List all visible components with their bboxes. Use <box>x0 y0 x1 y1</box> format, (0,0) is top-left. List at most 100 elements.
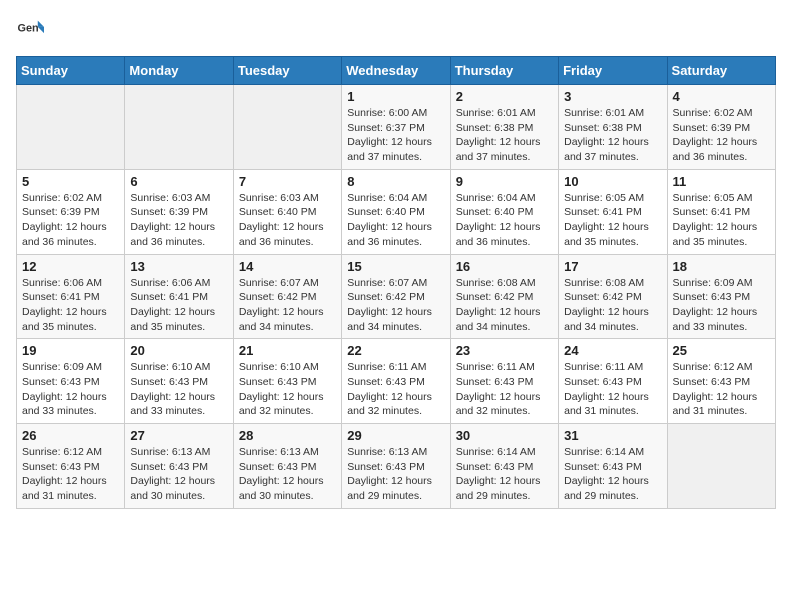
day-number: 10 <box>564 174 661 189</box>
day-number: 28 <box>239 428 336 443</box>
day-detail: Sunrise: 6:11 AMSunset: 6:43 PMDaylight:… <box>564 360 661 419</box>
calendar-cell: 27 Sunrise: 6:13 AMSunset: 6:43 PMDayligh… <box>125 424 233 509</box>
day-detail: Sunrise: 6:07 AMSunset: 6:42 PMDaylight:… <box>347 276 444 335</box>
calendar-week-4: 19 Sunrise: 6:09 AMSunset: 6:43 PMDayligh… <box>17 339 776 424</box>
calendar-cell: 9Sunrise: 6:04 AMSunset: 6:40 PMDaylight… <box>450 169 558 254</box>
page-header: Gen <box>16 16 776 44</box>
calendar-body: 1 Sunrise: 6:00 AMSunset: 6:37 PMDaylight… <box>17 85 776 509</box>
day-number: 30 <box>456 428 553 443</box>
calendar-cell: 17Sunrise: 6:08 AMSunset: 6:42 PMDayligh… <box>559 254 667 339</box>
calendar-cell: 29 Sunrise: 6:13 AMSunset: 6:43 PMDayligh… <box>342 424 450 509</box>
day-detail: Sunrise: 6:09 AMSunset: 6:43 PMDaylight:… <box>673 276 770 335</box>
day-detail: Sunrise: 6:12 AMSunset: 6:43 PMDaylight:… <box>22 445 119 504</box>
calendar-header-sunday: Sunday <box>17 57 125 85</box>
day-number: 6 <box>130 174 227 189</box>
day-detail: Sunrise: 6:14 AMSunset: 6:43 PMDaylight:… <box>456 445 553 504</box>
day-number: 21 <box>239 343 336 358</box>
day-number: 2 <box>456 89 553 104</box>
day-detail: Sunrise: 6:05 AMSunset: 6:41 PMDaylight:… <box>673 191 770 250</box>
day-number: 17 <box>564 259 661 274</box>
calendar-cell: 8Sunrise: 6:04 AMSunset: 6:40 PMDaylight… <box>342 169 450 254</box>
day-detail: Sunrise: 6:06 AMSunset: 6:41 PMDaylight:… <box>130 276 227 335</box>
day-detail: Sunrise: 6:12 AMSunset: 6:43 PMDaylight:… <box>673 360 770 419</box>
day-number: 3 <box>564 89 661 104</box>
calendar-cell: 5Sunrise: 6:02 AMSunset: 6:39 PMDaylight… <box>17 169 125 254</box>
calendar-cell: 13 Sunrise: 6:06 AMSunset: 6:41 PMDayligh… <box>125 254 233 339</box>
day-detail: Sunrise: 6:10 AMSunset: 6:43 PMDaylight:… <box>130 360 227 419</box>
svg-text:Gen: Gen <box>18 23 39 35</box>
calendar-header-tuesday: Tuesday <box>233 57 341 85</box>
day-number: 4 <box>673 89 770 104</box>
calendar-cell: 16Sunrise: 6:08 AMSunset: 6:42 PMDayligh… <box>450 254 558 339</box>
day-number: 12 <box>22 259 119 274</box>
calendar-cell: 25 Sunrise: 6:12 AMSunset: 6:43 PMDayligh… <box>667 339 775 424</box>
day-number: 31 <box>564 428 661 443</box>
day-detail: Sunrise: 6:11 AMSunset: 6:43 PMDaylight:… <box>456 360 553 419</box>
day-number: 13 <box>130 259 227 274</box>
calendar-cell: 30 Sunrise: 6:14 AMSunset: 6:43 PMDayligh… <box>450 424 558 509</box>
calendar-header-saturday: Saturday <box>667 57 775 85</box>
calendar-cell: 20 Sunrise: 6:10 AMSunset: 6:43 PMDayligh… <box>125 339 233 424</box>
day-detail: Sunrise: 6:11 AMSunset: 6:43 PMDaylight:… <box>347 360 444 419</box>
day-number: 14 <box>239 259 336 274</box>
calendar-cell: 4 Sunrise: 6:02 AMSunset: 6:39 PMDaylight… <box>667 85 775 170</box>
day-number: 20 <box>130 343 227 358</box>
calendar-header-wednesday: Wednesday <box>342 57 450 85</box>
calendar-cell: 2 Sunrise: 6:01 AMSunset: 6:38 PMDaylight… <box>450 85 558 170</box>
day-detail: Sunrise: 6:01 AMSunset: 6:38 PMDaylight:… <box>564 106 661 165</box>
calendar-header-friday: Friday <box>559 57 667 85</box>
calendar-header-monday: Monday <box>125 57 233 85</box>
calendar-cell: 6 Sunrise: 6:03 AMSunset: 6:39 PMDaylight… <box>125 169 233 254</box>
calendar-cell: 26 Sunrise: 6:12 AMSunset: 6:43 PMDayligh… <box>17 424 125 509</box>
day-number: 1 <box>347 89 444 104</box>
day-number: 22 <box>347 343 444 358</box>
day-detail: Sunrise: 6:03 AMSunset: 6:39 PMDaylight:… <box>130 191 227 250</box>
day-detail: Sunrise: 6:10 AMSunset: 6:43 PMDaylight:… <box>239 360 336 419</box>
day-number: 29 <box>347 428 444 443</box>
day-detail: Sunrise: 6:03 AMSunset: 6:40 PMDaylight:… <box>239 191 336 250</box>
day-detail: Sunrise: 6:04 AMSunset: 6:40 PMDaylight:… <box>347 191 444 250</box>
calendar-cell: 22 Sunrise: 6:11 AMSunset: 6:43 PMDayligh… <box>342 339 450 424</box>
calendar-week-2: 5Sunrise: 6:02 AMSunset: 6:39 PMDaylight… <box>17 169 776 254</box>
calendar-cell: 21 Sunrise: 6:10 AMSunset: 6:43 PMDayligh… <box>233 339 341 424</box>
calendar-table: SundayMondayTuesdayWednesdayThursdayFrid… <box>16 56 776 509</box>
calendar-cell: 10Sunrise: 6:05 AMSunset: 6:41 PMDayligh… <box>559 169 667 254</box>
calendar-week-3: 12 Sunrise: 6:06 AMSunset: 6:41 PMDayligh… <box>17 254 776 339</box>
calendar-cell: 19 Sunrise: 6:09 AMSunset: 6:43 PMDayligh… <box>17 339 125 424</box>
calendar-cell: 18 Sunrise: 6:09 AMSunset: 6:43 PMDayligh… <box>667 254 775 339</box>
day-detail: Sunrise: 6:02 AMSunset: 6:39 PMDaylight:… <box>673 106 770 165</box>
calendar-header-row: SundayMondayTuesdayWednesdayThursdayFrid… <box>17 57 776 85</box>
calendar-cell: 1 Sunrise: 6:00 AMSunset: 6:37 PMDaylight… <box>342 85 450 170</box>
calendar-cell: 14 Sunrise: 6:07 AMSunset: 6:42 PMDayligh… <box>233 254 341 339</box>
calendar-cell: 31 Sunrise: 6:14 AMSunset: 6:43 PMDayligh… <box>559 424 667 509</box>
day-detail: Sunrise: 6:07 AMSunset: 6:42 PMDaylight:… <box>239 276 336 335</box>
day-number: 24 <box>564 343 661 358</box>
day-detail: Sunrise: 6:09 AMSunset: 6:43 PMDaylight:… <box>22 360 119 419</box>
logo-icon: Gen <box>16 16 44 44</box>
day-detail: Sunrise: 6:13 AMSunset: 6:43 PMDaylight:… <box>130 445 227 504</box>
day-detail: Sunrise: 6:01 AMSunset: 6:38 PMDaylight:… <box>456 106 553 165</box>
calendar-cell: 3 Sunrise: 6:01 AMSunset: 6:38 PMDaylight… <box>559 85 667 170</box>
day-number: 19 <box>22 343 119 358</box>
day-number: 15 <box>347 259 444 274</box>
day-number: 16 <box>456 259 553 274</box>
calendar-cell <box>667 424 775 509</box>
calendar-cell: 23 Sunrise: 6:11 AMSunset: 6:43 PMDayligh… <box>450 339 558 424</box>
day-number: 18 <box>673 259 770 274</box>
day-detail: Sunrise: 6:13 AMSunset: 6:43 PMDaylight:… <box>347 445 444 504</box>
day-number: 26 <box>22 428 119 443</box>
calendar-cell: 12 Sunrise: 6:06 AMSunset: 6:41 PMDayligh… <box>17 254 125 339</box>
day-detail: Sunrise: 6:02 AMSunset: 6:39 PMDaylight:… <box>22 191 119 250</box>
calendar-header-thursday: Thursday <box>450 57 558 85</box>
day-detail: Sunrise: 6:04 AMSunset: 6:40 PMDaylight:… <box>456 191 553 250</box>
day-detail: Sunrise: 6:00 AMSunset: 6:37 PMDaylight:… <box>347 106 444 165</box>
day-number: 25 <box>673 343 770 358</box>
day-detail: Sunrise: 6:14 AMSunset: 6:43 PMDaylight:… <box>564 445 661 504</box>
day-detail: Sunrise: 6:06 AMSunset: 6:41 PMDaylight:… <box>22 276 119 335</box>
day-number: 27 <box>130 428 227 443</box>
logo: Gen <box>16 16 48 44</box>
day-detail: Sunrise: 6:13 AMSunset: 6:43 PMDaylight:… <box>239 445 336 504</box>
calendar-week-5: 26 Sunrise: 6:12 AMSunset: 6:43 PMDayligh… <box>17 424 776 509</box>
day-number: 23 <box>456 343 553 358</box>
day-number: 11 <box>673 174 770 189</box>
